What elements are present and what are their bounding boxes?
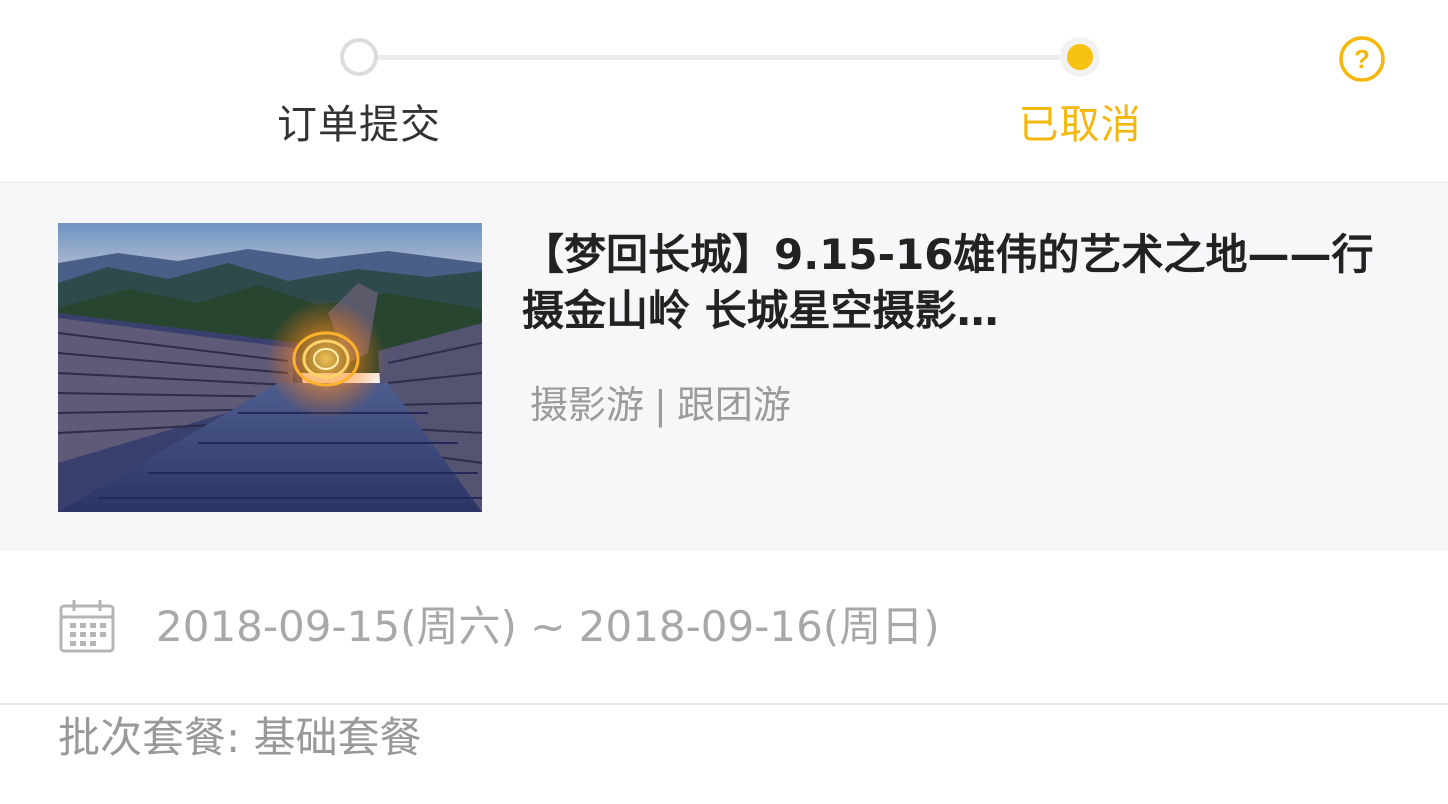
progress-track [376,55,1064,60]
tag-separator: | [654,383,667,427]
step-dot-submitted [340,38,378,76]
product-title[interactable]: 【梦回长城】9.15-16雄伟的艺术之地——行摄金山岭 长城星空摄影… [522,227,1402,339]
help-glyph: ? [1354,44,1370,74]
question-circle-icon: ? [1339,36,1385,82]
product-thumbnail[interactable] [58,223,482,512]
date-row: 2018-09-15(周六) ~ 2018-09-16(周日) [0,551,1448,703]
product-tags: 摄影游 | 跟团游 [530,381,791,429]
calendar-icon [59,600,115,653]
date-range: 2018-09-15(周六) ~ 2018-09-16(周日) [156,602,940,651]
package-info: 批次套餐: 基础套餐 [58,713,422,762]
step-label-submitted: 订单提交 [277,102,441,148]
great-wall-image [58,223,482,512]
step-dot-cancelled [1060,37,1100,77]
product-card[interactable]: 【梦回长城】9.15-16雄伟的艺术之地——行摄金山岭 长城星空摄影… 摄影游 |… [0,182,1448,551]
tag-photography-tour: 摄影游 [530,383,645,427]
section-divider [0,703,1448,705]
order-progress: 订单提交 已取消 ? [0,0,1448,181]
tag-group-tour: 跟团游 [676,383,791,427]
help-button[interactable]: ? [1338,35,1386,83]
step-label-cancelled: 已取消 [1018,102,1142,148]
